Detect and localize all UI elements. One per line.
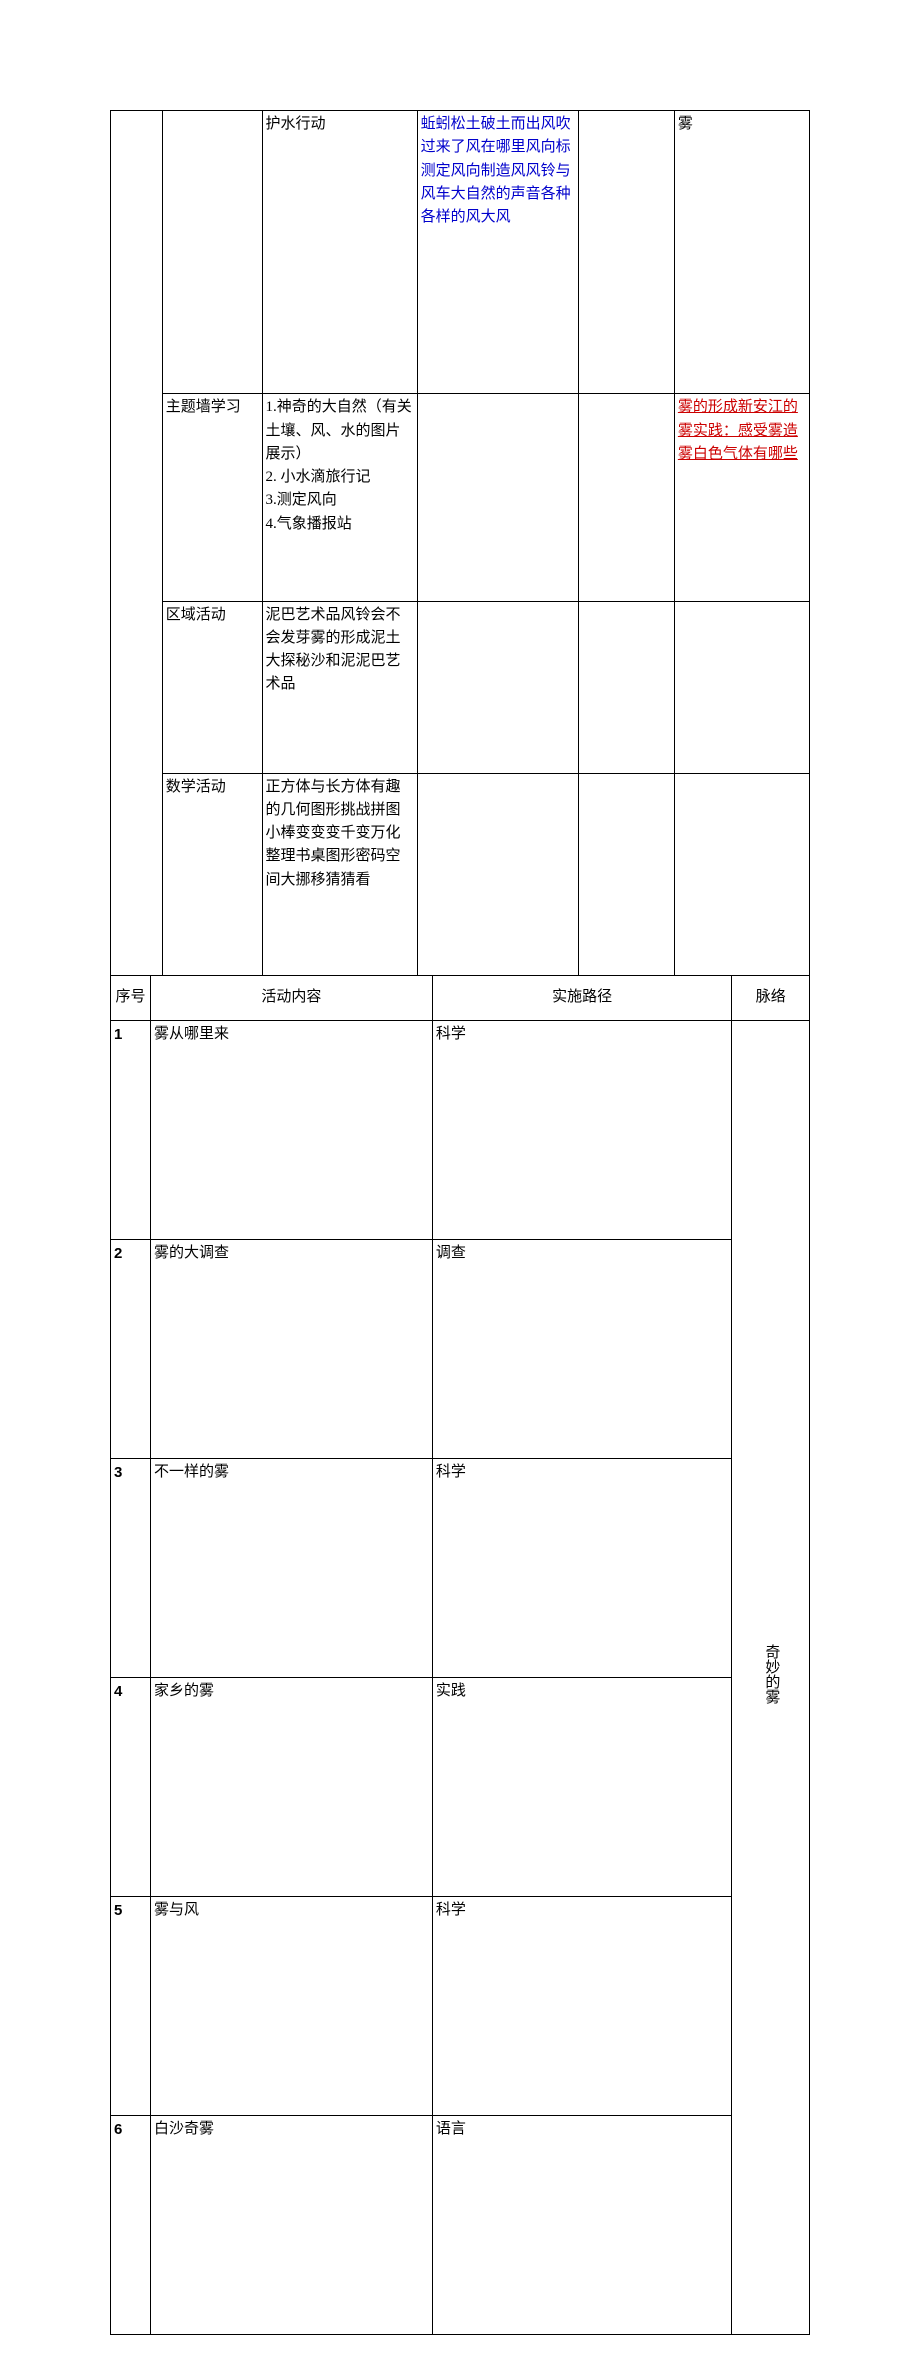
- seq-cell: 1: [111, 1021, 151, 1240]
- content-cell: 雾从哪里来: [150, 1021, 432, 1240]
- empty-cell: [578, 394, 674, 601]
- path-cell: 科学: [432, 1021, 732, 1240]
- content-cell: 家乡的雾: [150, 1678, 432, 1897]
- table-row: 3 不一样的雾 科学: [111, 1459, 810, 1678]
- text-cell: 主题墙学习: [162, 394, 262, 601]
- header-content: 活动内容: [150, 976, 432, 1021]
- text-cell: 护水行动: [262, 111, 417, 394]
- content-cell: 白沙奇雾: [150, 2116, 432, 2335]
- table-row: 5 雾与风 科学: [111, 1897, 810, 2116]
- empty-cell: [417, 394, 578, 601]
- empty-cell: [417, 773, 578, 975]
- empty-cell: [674, 601, 809, 773]
- path-cell: 语言: [432, 2116, 732, 2335]
- empty-cell: [578, 773, 674, 975]
- empty-cell: [578, 601, 674, 773]
- table-row: 4 家乡的雾 实践: [111, 1678, 810, 1897]
- header-path: 实施路径: [432, 976, 732, 1021]
- table-row: 数学活动 正方体与长方体有趣的几何图形挑战拼图小棒变变变千变万化整理书桌图形密码…: [111, 773, 810, 975]
- empty-cell: [111, 111, 163, 976]
- text-cell: 正方体与长方体有趣的几何图形挑战拼图小棒变变变千变万化整理书桌图形密码空间大挪移…: [262, 773, 417, 975]
- table-row: 2 雾的大调查 调查: [111, 1240, 810, 1459]
- table-row: 护水行动 蚯蚓松土破土而出风吹过来了风在哪里风向标测定风向制造风风铃与风车大自然…: [111, 111, 810, 394]
- content-cell: 雾与风: [150, 1897, 432, 2116]
- empty-cell: [578, 111, 674, 394]
- header-seq: 序号: [111, 976, 151, 1021]
- seq-cell: 4: [111, 1678, 151, 1897]
- content-cell: 雾的大调查: [150, 1240, 432, 1459]
- empty-cell: [162, 111, 262, 394]
- path-cell: 调查: [432, 1240, 732, 1459]
- content-cell: 不一样的雾: [150, 1459, 432, 1678]
- text-cell: 1.神奇的大自然（有关土壤、风、水的图片展示） 2. 小水滴旅行记 3.测定风向…: [262, 394, 417, 601]
- table-row: 6 白沙奇雾 语言: [111, 2116, 810, 2335]
- text-cell-red: 雾的形成新安江的雾实践：感受雾造雾白色气体有哪些: [674, 394, 809, 601]
- table-row: 区域活动 泥巴艺术品风铃会不会发芽雾的形成泥土大探秘沙和泥泥巴艺术品: [111, 601, 810, 773]
- table-row: 1 雾从哪里来 科学 奇妙的雾: [111, 1021, 810, 1240]
- empty-cell: [674, 773, 809, 975]
- underlined-text: 雾的形成新安江的雾实践：感受雾造雾白色气体有哪些: [678, 399, 798, 462]
- seq-cell: 5: [111, 1897, 151, 2116]
- path-cell: 科学: [432, 1459, 732, 1678]
- main-grid-table: 护水行动 蚯蚓松土破土而出风吹过来了风在哪里风向标测定风向制造风风铃与风车大自然…: [110, 110, 810, 976]
- header-thread: 脉络: [732, 976, 810, 1021]
- text-cell: 泥巴艺术品风铃会不会发芽雾的形成泥土大探秘沙和泥泥巴艺术品: [262, 601, 417, 773]
- path-cell: 科学: [432, 1897, 732, 2116]
- table-header-row: 序号 活动内容 实施路径 脉络: [111, 976, 810, 1021]
- path-cell: 实践: [432, 1678, 732, 1897]
- activity-table: 序号 活动内容 实施路径 脉络 1 雾从哪里来 科学 奇妙的雾 2 雾的大调查 …: [110, 975, 810, 2335]
- text-cell: 数学活动: [162, 773, 262, 975]
- text-cell: 雾: [674, 111, 809, 394]
- thread-cell: 奇妙的雾: [732, 1021, 810, 2335]
- text-cell: 区域活动: [162, 601, 262, 773]
- thread-text: 奇妙的雾: [759, 1023, 782, 2324]
- seq-cell: 2: [111, 1240, 151, 1459]
- seq-cell: 6: [111, 2116, 151, 2335]
- text-cell-blue: 蚯蚓松土破土而出风吹过来了风在哪里风向标测定风向制造风风铃与风车大自然的声音各种…: [417, 111, 578, 394]
- table-row: 主题墙学习 1.神奇的大自然（有关土壤、风、水的图片展示） 2. 小水滴旅行记 …: [111, 394, 810, 601]
- empty-cell: [417, 601, 578, 773]
- seq-cell: 3: [111, 1459, 151, 1678]
